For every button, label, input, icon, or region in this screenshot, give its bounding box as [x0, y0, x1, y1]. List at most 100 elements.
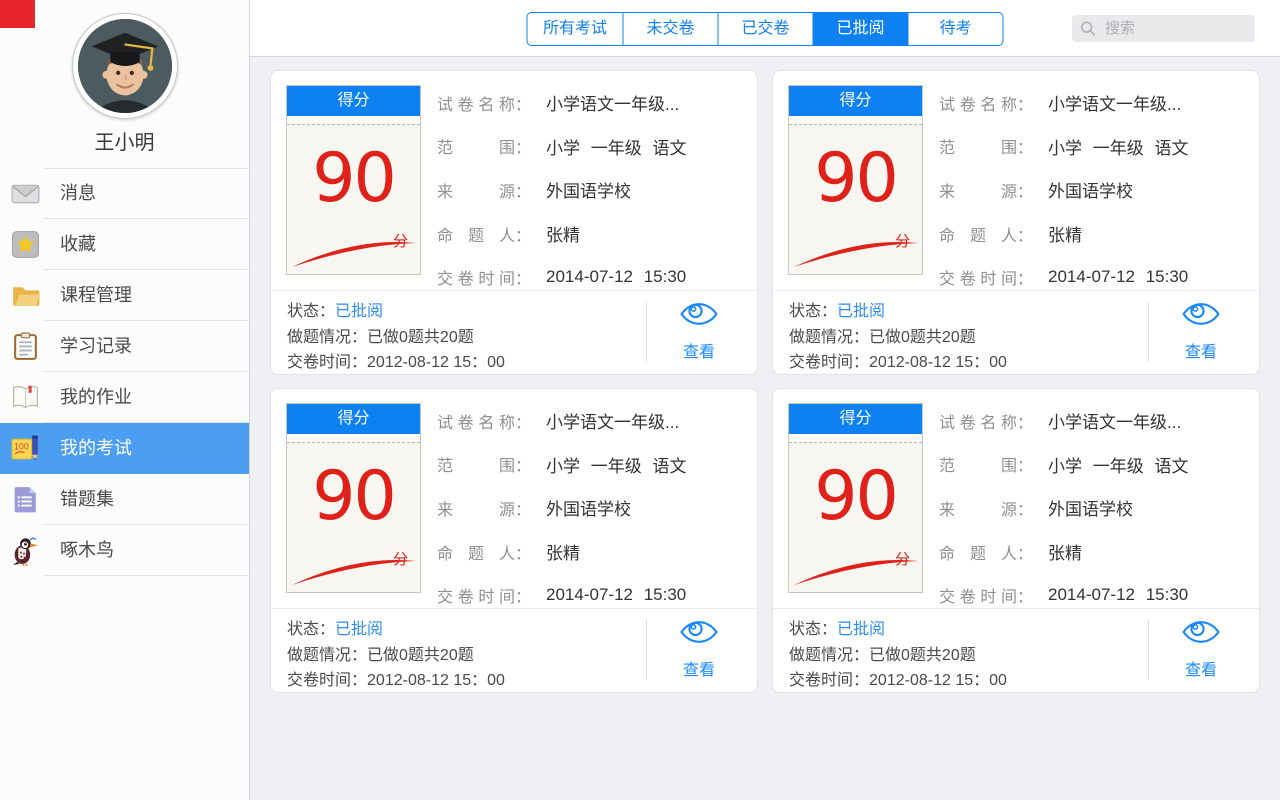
status-label: 状态 [287, 621, 319, 638]
icon-star [10, 229, 41, 260]
sidebar-item-wrong-questions[interactable]: 错题集 [0, 474, 249, 525]
exam-field-row: 命题人： 张精 [939, 212, 1251, 256]
field-label: 来源 [939, 178, 1017, 202]
content-area: 得分 90 分 试卷名称： 小学语文一年级... 范围： 小学 一年级 语文 来… [250, 57, 1280, 800]
status-label: 状态 [287, 303, 319, 320]
tab-all-exams[interactable]: 所有考试 [528, 13, 623, 45]
field-label: 试卷名称 [437, 91, 515, 115]
exam-field-row: 范围： 小学 一年级 语文 [939, 443, 1251, 487]
status-label: 状态 [789, 621, 821, 638]
field-value: 小学 一年级 语文 [1048, 134, 1188, 159]
score-swoosh-icon [290, 553, 418, 587]
tab-submitted[interactable]: 已交卷 [718, 13, 813, 45]
exam-card: 得分 90 分 试卷名称： 小学语文一年级... 范围： 小学 一年级 语文 来… [772, 388, 1260, 693]
exam-info: 试卷名称： 小学语文一年级... 范围： 小学 一年级 语文 来源： 外国语学校… [939, 399, 1251, 617]
score-box: 得分 90 分 [788, 85, 923, 275]
icon-book [10, 382, 41, 413]
search-box[interactable] [1072, 15, 1255, 42]
tab-label: 所有考试 [543, 20, 607, 37]
field-value: 2014-07-12 15:30 [1048, 585, 1188, 605]
exam-field-row: 命题人： 张精 [939, 530, 1251, 574]
field-label: 交卷时间 [437, 265, 515, 289]
sidebar-item-study-records[interactable]: 学习记录 [0, 321, 249, 372]
submit-time-value: 2012-08-12 15：00 [367, 354, 505, 371]
sidebar-item-label: 错题集 [60, 474, 114, 525]
sidebar-item-label: 收藏 [60, 219, 96, 270]
score-swoosh-icon [792, 553, 920, 587]
sidebar-item-woodpecker[interactable]: 啄木鸟 [0, 525, 249, 576]
progress-label: 做题情况 [789, 647, 853, 664]
sidebar-item-label: 我的作业 [60, 372, 132, 423]
view-button-label: 查看 [1157, 340, 1245, 366]
tab-label: 已批阅 [836, 20, 884, 37]
icon-woodpecker [10, 535, 41, 566]
corner-marker [0, 0, 35, 28]
field-value: 2014-07-12 15:30 [546, 585, 686, 605]
exam-info: 试卷名称： 小学语文一年级... 范围： 小学 一年级 语文 来源： 外国语学校… [437, 399, 749, 617]
sidebar-item-messages[interactable]: 消息 [0, 168, 249, 219]
field-value: 小学 一年级 语文 [546, 452, 686, 477]
exam-card-bottom: 状态：已批阅 做题情况：已做0题共20题 交卷时间：2012-08-12 15：… [773, 291, 1259, 375]
exam-card-top: 得分 90 分 试卷名称： 小学语文一年级... 范围： 小学 一年级 语文 来… [271, 71, 757, 291]
sidebar-item-my-exams[interactable]: 我的考试 [0, 423, 249, 474]
score-perforation [287, 116, 420, 125]
avatar[interactable] [72, 13, 178, 119]
tab-label: 已交卷 [741, 20, 789, 37]
score-value: 90 [287, 463, 420, 531]
field-label: 交卷时间 [939, 583, 1017, 607]
field-label: 来源 [437, 178, 515, 202]
icon-exam [10, 433, 41, 464]
exam-info: 试卷名称： 小学语文一年级... 范围： 小学 一年级 语文 来源： 外国语学校… [939, 81, 1251, 299]
exam-card-bottom: 状态：已批阅 做题情况：已做0题共20题 交卷时间：2012-08-12 15：… [773, 609, 1259, 693]
field-label: 交卷时间 [939, 265, 1017, 289]
progress-value: 已做0题共20题 [367, 647, 474, 664]
field-value: 小学 一年级 语文 [1048, 452, 1188, 477]
exam-field-row: 范围： 小学 一年级 语文 [939, 125, 1251, 169]
submit-time-label: 交卷时间 [287, 354, 351, 371]
field-label: 命题人 [437, 540, 515, 564]
sidebar-item-label: 我的考试 [60, 423, 132, 474]
score-box: 得分 90 分 [788, 403, 923, 593]
progress-value: 已做0题共20题 [869, 329, 976, 346]
sidebar-item-my-homework[interactable]: 我的作业 [0, 372, 249, 423]
sidebar-item-course-management[interactable]: 课程管理 [0, 270, 249, 321]
field-label: 来源 [939, 496, 1017, 520]
view-button[interactable]: 查看 [655, 617, 743, 683]
top-bar: 所有考试 未交卷 已交卷 已批阅 待考 [250, 0, 1280, 57]
field-value: 张精 [546, 539, 580, 564]
icon-mail [10, 178, 41, 209]
submit-time-label: 交卷时间 [789, 672, 853, 689]
progress-label: 做题情况 [287, 329, 351, 346]
exam-field-row: 命题人： 张精 [437, 212, 749, 256]
search-input[interactable] [1103, 19, 1247, 38]
exam-field-row: 范围： 小学 一年级 语文 [437, 443, 749, 487]
tab-not-submitted[interactable]: 未交卷 [623, 13, 718, 45]
field-value: 小学 一年级 语文 [546, 134, 686, 159]
tab-upcoming[interactable]: 待考 [908, 13, 1003, 45]
score-header: 得分 [789, 86, 922, 116]
sidebar-item-favorites[interactable]: 收藏 [0, 219, 249, 270]
tab-label: 未交卷 [646, 20, 694, 37]
field-value: 张精 [1048, 221, 1082, 246]
view-button[interactable]: 查看 [655, 299, 743, 365]
view-button-label: 查看 [655, 340, 743, 366]
tab-graded[interactable]: 已批阅 [813, 13, 908, 45]
exam-field-row: 试卷名称： 小学语文一年级... [437, 399, 749, 443]
vertical-divider [1148, 620, 1149, 680]
exam-filter-tabs: 所有考试 未交卷 已交卷 已批阅 待考 [527, 12, 1004, 46]
field-value: 外国语学校 [546, 495, 631, 520]
icon-folder [10, 280, 41, 311]
progress-value: 已做0题共20题 [869, 647, 976, 664]
view-button[interactable]: 查看 [1157, 617, 1245, 683]
view-button[interactable]: 查看 [1157, 299, 1245, 365]
exam-card-grid: 得分 90 分 试卷名称： 小学语文一年级... 范围： 小学 一年级 语文 来… [270, 70, 1260, 693]
progress-label: 做题情况 [287, 647, 351, 664]
icon-clipboard [10, 331, 41, 362]
field-label: 范围 [939, 452, 1017, 476]
exam-field-row: 来源： 外国语学校 [437, 168, 749, 212]
eye-icon [1181, 617, 1221, 647]
sidebar-item-label: 啄木鸟 [60, 525, 114, 576]
score-header: 得分 [789, 404, 922, 434]
field-value: 小学语文一年级... [546, 408, 679, 433]
exam-card-top: 得分 90 分 试卷名称： 小学语文一年级... 范围： 小学 一年级 语文 来… [271, 389, 757, 609]
